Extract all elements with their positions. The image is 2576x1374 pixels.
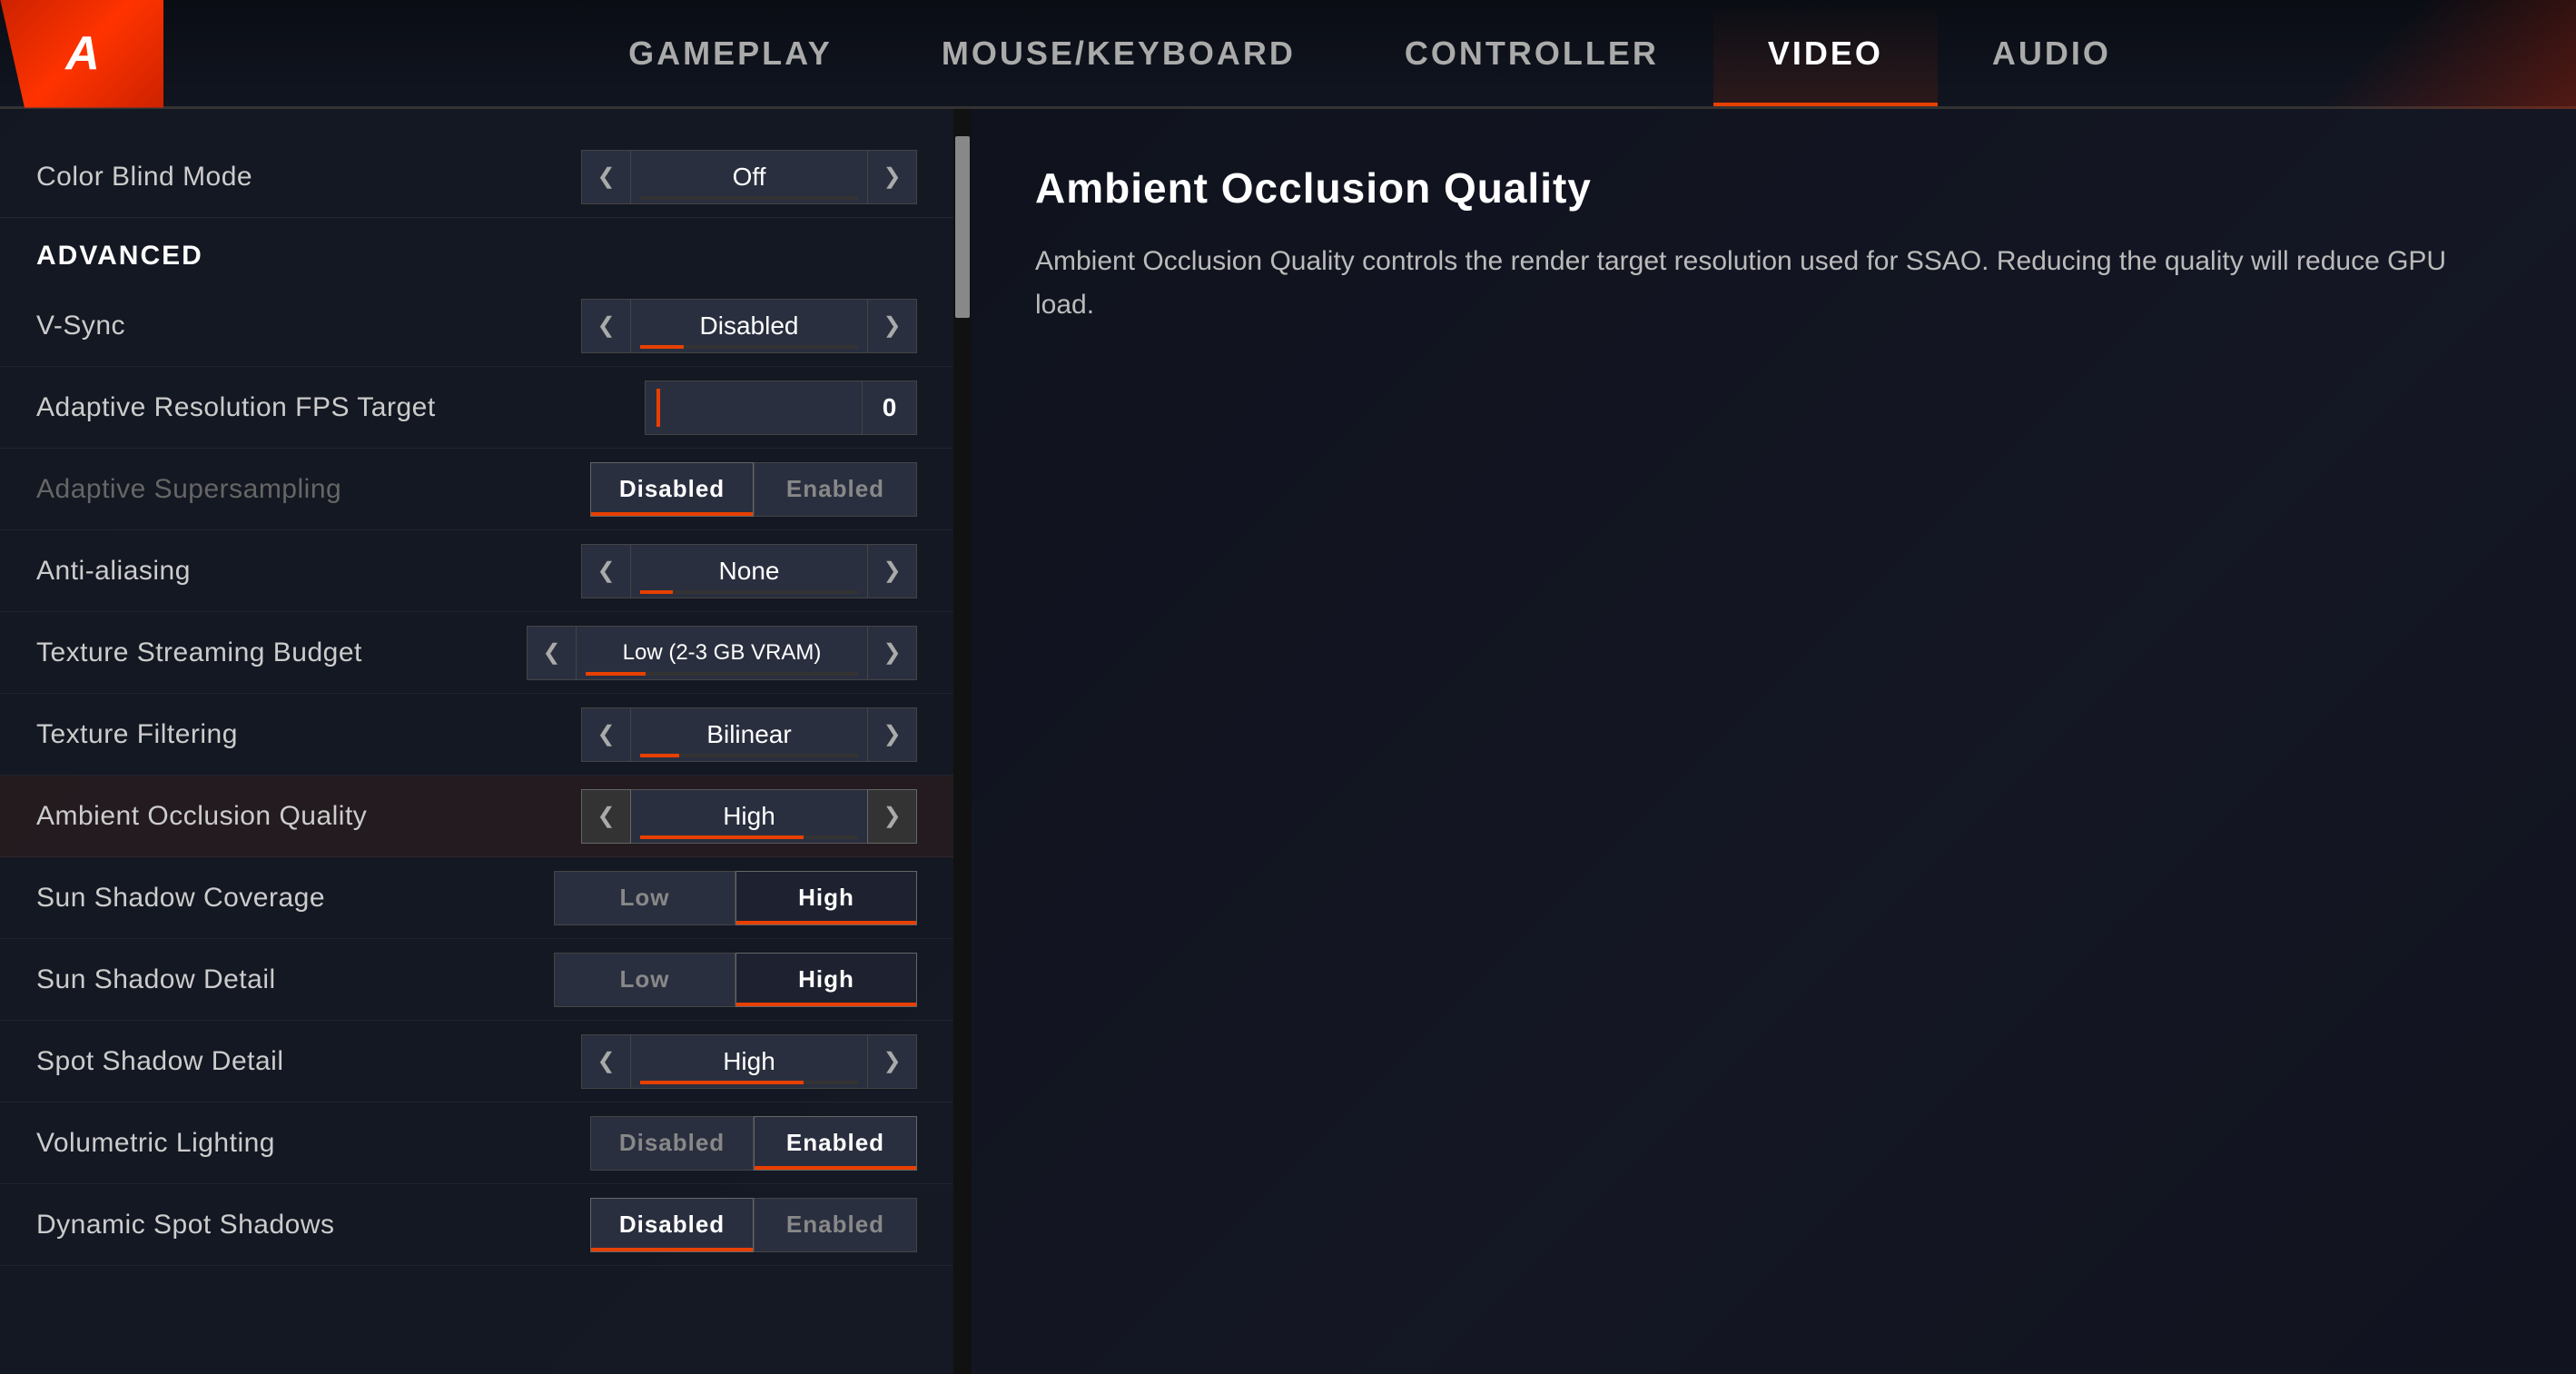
vsync-next-btn[interactable]: ❯ [867, 299, 917, 353]
color-blind-next-btn[interactable]: ❯ [867, 150, 917, 204]
dynamic-spot-shadows-enabled-btn[interactable]: Enabled [754, 1198, 917, 1252]
sun-shadow-coverage-label: Sun Shadow Coverage [36, 883, 554, 914]
anti-aliasing-prev-btn[interactable]: ❮ [581, 544, 631, 598]
tab-controller[interactable]: CONTROLLER [1350, 0, 1713, 106]
setting-row-sun-shadow-detail: Sun Shadow Detail Low High [0, 939, 953, 1021]
adaptive-res-control: 0 [645, 381, 917, 435]
texture-streaming-selector: ❮ Low (2-3 GB VRAM) ❯ [527, 626, 917, 680]
info-title: Ambient Occlusion Quality [1035, 163, 2512, 213]
texture-streaming-prev-btn[interactable]: ❮ [527, 626, 577, 680]
section-header-advanced: ADVANCED [0, 218, 953, 285]
fps-bar[interactable] [645, 381, 863, 435]
texture-streaming-label: Texture Streaming Budget [36, 638, 527, 668]
spot-shadow-detail-selector: ❮ High ❯ [581, 1034, 917, 1089]
volumetric-lighting-enabled-btn[interactable]: Enabled [754, 1116, 917, 1171]
anti-aliasing-value: None [631, 544, 867, 598]
spot-shadow-detail-next-btn[interactable]: ❯ [867, 1034, 917, 1089]
adaptive-supersampling-label: Adaptive Supersampling [36, 474, 590, 505]
tab-mouse-keyboard[interactable]: MOUSE/KEYBOARD [887, 0, 1350, 106]
ambient-occlusion-selector: ❮ High ❯ [581, 789, 917, 844]
ambient-occlusion-label: Ambient Occlusion Quality [36, 801, 581, 832]
setting-row-ambient-occlusion: Ambient Occlusion Quality ❮ High ❯ [0, 776, 953, 857]
setting-row-texture-streaming: Texture Streaming Budget ❮ Low (2-3 GB V… [0, 612, 953, 694]
info-panel: Ambient Occlusion Quality Ambient Occlus… [972, 109, 2576, 1374]
texture-streaming-value: Low (2-3 GB VRAM) [577, 626, 867, 680]
top-navigation: A GAMEPLAY MOUSE/KEYBOARD CONTROLLER VID… [0, 0, 2576, 109]
texture-streaming-next-btn[interactable]: ❯ [867, 626, 917, 680]
ambient-occlusion-bar [640, 835, 858, 839]
dynamic-spot-shadows-control: Disabled Enabled [590, 1198, 917, 1252]
texture-filtering-next-btn[interactable]: ❯ [867, 707, 917, 762]
setting-row-anti-aliasing: Anti-aliasing ❮ None ❯ [0, 530, 953, 612]
setting-row-adaptive-supersampling: Adaptive Supersampling Disabled Enabled [0, 449, 953, 530]
volumetric-lighting-control: Disabled Enabled [590, 1116, 917, 1171]
anti-aliasing-next-btn[interactable]: ❯ [867, 544, 917, 598]
scrollbar[interactable] [953, 109, 972, 1374]
color-blind-value: Off [631, 150, 867, 204]
vsync-selector: ❮ Disabled ❯ [581, 299, 917, 353]
setting-row-spot-shadow-detail: Spot Shadow Detail ❮ High ❯ [0, 1021, 953, 1102]
volumetric-lighting-label: Volumetric Lighting [36, 1128, 590, 1159]
settings-panel: Color Blind Mode ❮ Off ❯ ADVANCED V-Sync… [0, 109, 953, 1374]
sun-shadow-detail-low-btn[interactable]: Low [554, 953, 735, 1007]
adaptive-supersampling-enabled-btn[interactable]: Enabled [754, 462, 917, 517]
spot-shadow-detail-bar [640, 1081, 858, 1084]
logo-text: A [65, 26, 98, 81]
sun-shadow-detail-control: Low High [554, 953, 917, 1007]
color-blind-selector: ❮ Off ❯ [581, 150, 917, 204]
texture-filtering-value: Bilinear [631, 707, 867, 762]
spot-shadow-detail-label: Spot Shadow Detail [36, 1046, 581, 1077]
red-accent-decoration [2031, 0, 2576, 109]
setting-row-vsync: V-Sync ❮ Disabled ❯ [0, 285, 953, 367]
texture-filtering-prev-btn[interactable]: ❮ [581, 707, 631, 762]
volumetric-lighting-disabled-btn[interactable]: Disabled [590, 1116, 754, 1171]
fps-value: 0 [863, 381, 917, 435]
fps-cursor [656, 389, 660, 427]
ambient-occlusion-prev-btn[interactable]: ❮ [581, 789, 631, 844]
setting-row-color-blind: Color Blind Mode ❮ Off ❯ [0, 136, 953, 218]
color-blind-label: Color Blind Mode [36, 162, 581, 193]
vsync-prev-btn[interactable]: ❮ [581, 299, 631, 353]
texture-filtering-label: Texture Filtering [36, 719, 581, 750]
setting-row-sun-shadow-coverage: Sun Shadow Coverage Low High [0, 857, 953, 939]
anti-aliasing-label: Anti-aliasing [36, 556, 581, 587]
tab-gameplay[interactable]: GAMEPLAY [574, 0, 887, 106]
texture-filtering-bar [640, 754, 858, 757]
ambient-occlusion-value: High [631, 789, 867, 844]
vsync-value: Disabled [631, 299, 867, 353]
info-description: Ambient Occlusion Quality controls the r… [1035, 240, 2512, 327]
main-content: Color Blind Mode ❮ Off ❯ ADVANCED V-Sync… [0, 109, 2576, 1374]
setting-row-dynamic-spot-shadows: Dynamic Spot Shadows Disabled Enabled [0, 1184, 953, 1266]
color-blind-bar [640, 196, 858, 200]
adaptive-supersampling-control: Disabled Enabled [590, 462, 917, 517]
adaptive-res-label: Adaptive Resolution FPS Target [36, 392, 645, 423]
color-blind-prev-btn[interactable]: ❮ [581, 150, 631, 204]
tab-video[interactable]: VIDEO [1713, 0, 1938, 106]
dynamic-spot-shadows-disabled-btn[interactable]: Disabled [590, 1198, 754, 1252]
spot-shadow-detail-value: High [631, 1034, 867, 1089]
adaptive-supersampling-disabled-btn[interactable]: Disabled [590, 462, 754, 517]
sun-shadow-coverage-high-btn[interactable]: High [735, 871, 917, 925]
anti-aliasing-selector: ❮ None ❯ [581, 544, 917, 598]
sun-shadow-detail-high-btn[interactable]: High [735, 953, 917, 1007]
vsync-label: V-Sync [36, 311, 581, 341]
setting-row-volumetric-lighting: Volumetric Lighting Disabled Enabled [0, 1102, 953, 1184]
texture-streaming-bar [586, 672, 858, 676]
setting-row-adaptive-res: Adaptive Resolution FPS Target 0 [0, 367, 953, 449]
ambient-occlusion-next-btn[interactable]: ❯ [867, 789, 917, 844]
sun-shadow-coverage-low-btn[interactable]: Low [554, 871, 735, 925]
dynamic-spot-shadows-label: Dynamic Spot Shadows [36, 1210, 590, 1241]
vsync-bar [640, 345, 858, 349]
sun-shadow-coverage-control: Low High [554, 871, 917, 925]
anti-aliasing-bar [640, 590, 858, 594]
setting-row-texture-filtering: Texture Filtering ❮ Bilinear ❯ [0, 694, 953, 776]
texture-filtering-selector: ❮ Bilinear ❯ [581, 707, 917, 762]
sun-shadow-detail-label: Sun Shadow Detail [36, 964, 554, 995]
logo: A [0, 0, 163, 108]
spot-shadow-detail-prev-btn[interactable]: ❮ [581, 1034, 631, 1089]
scrollbar-thumb[interactable] [955, 136, 970, 318]
